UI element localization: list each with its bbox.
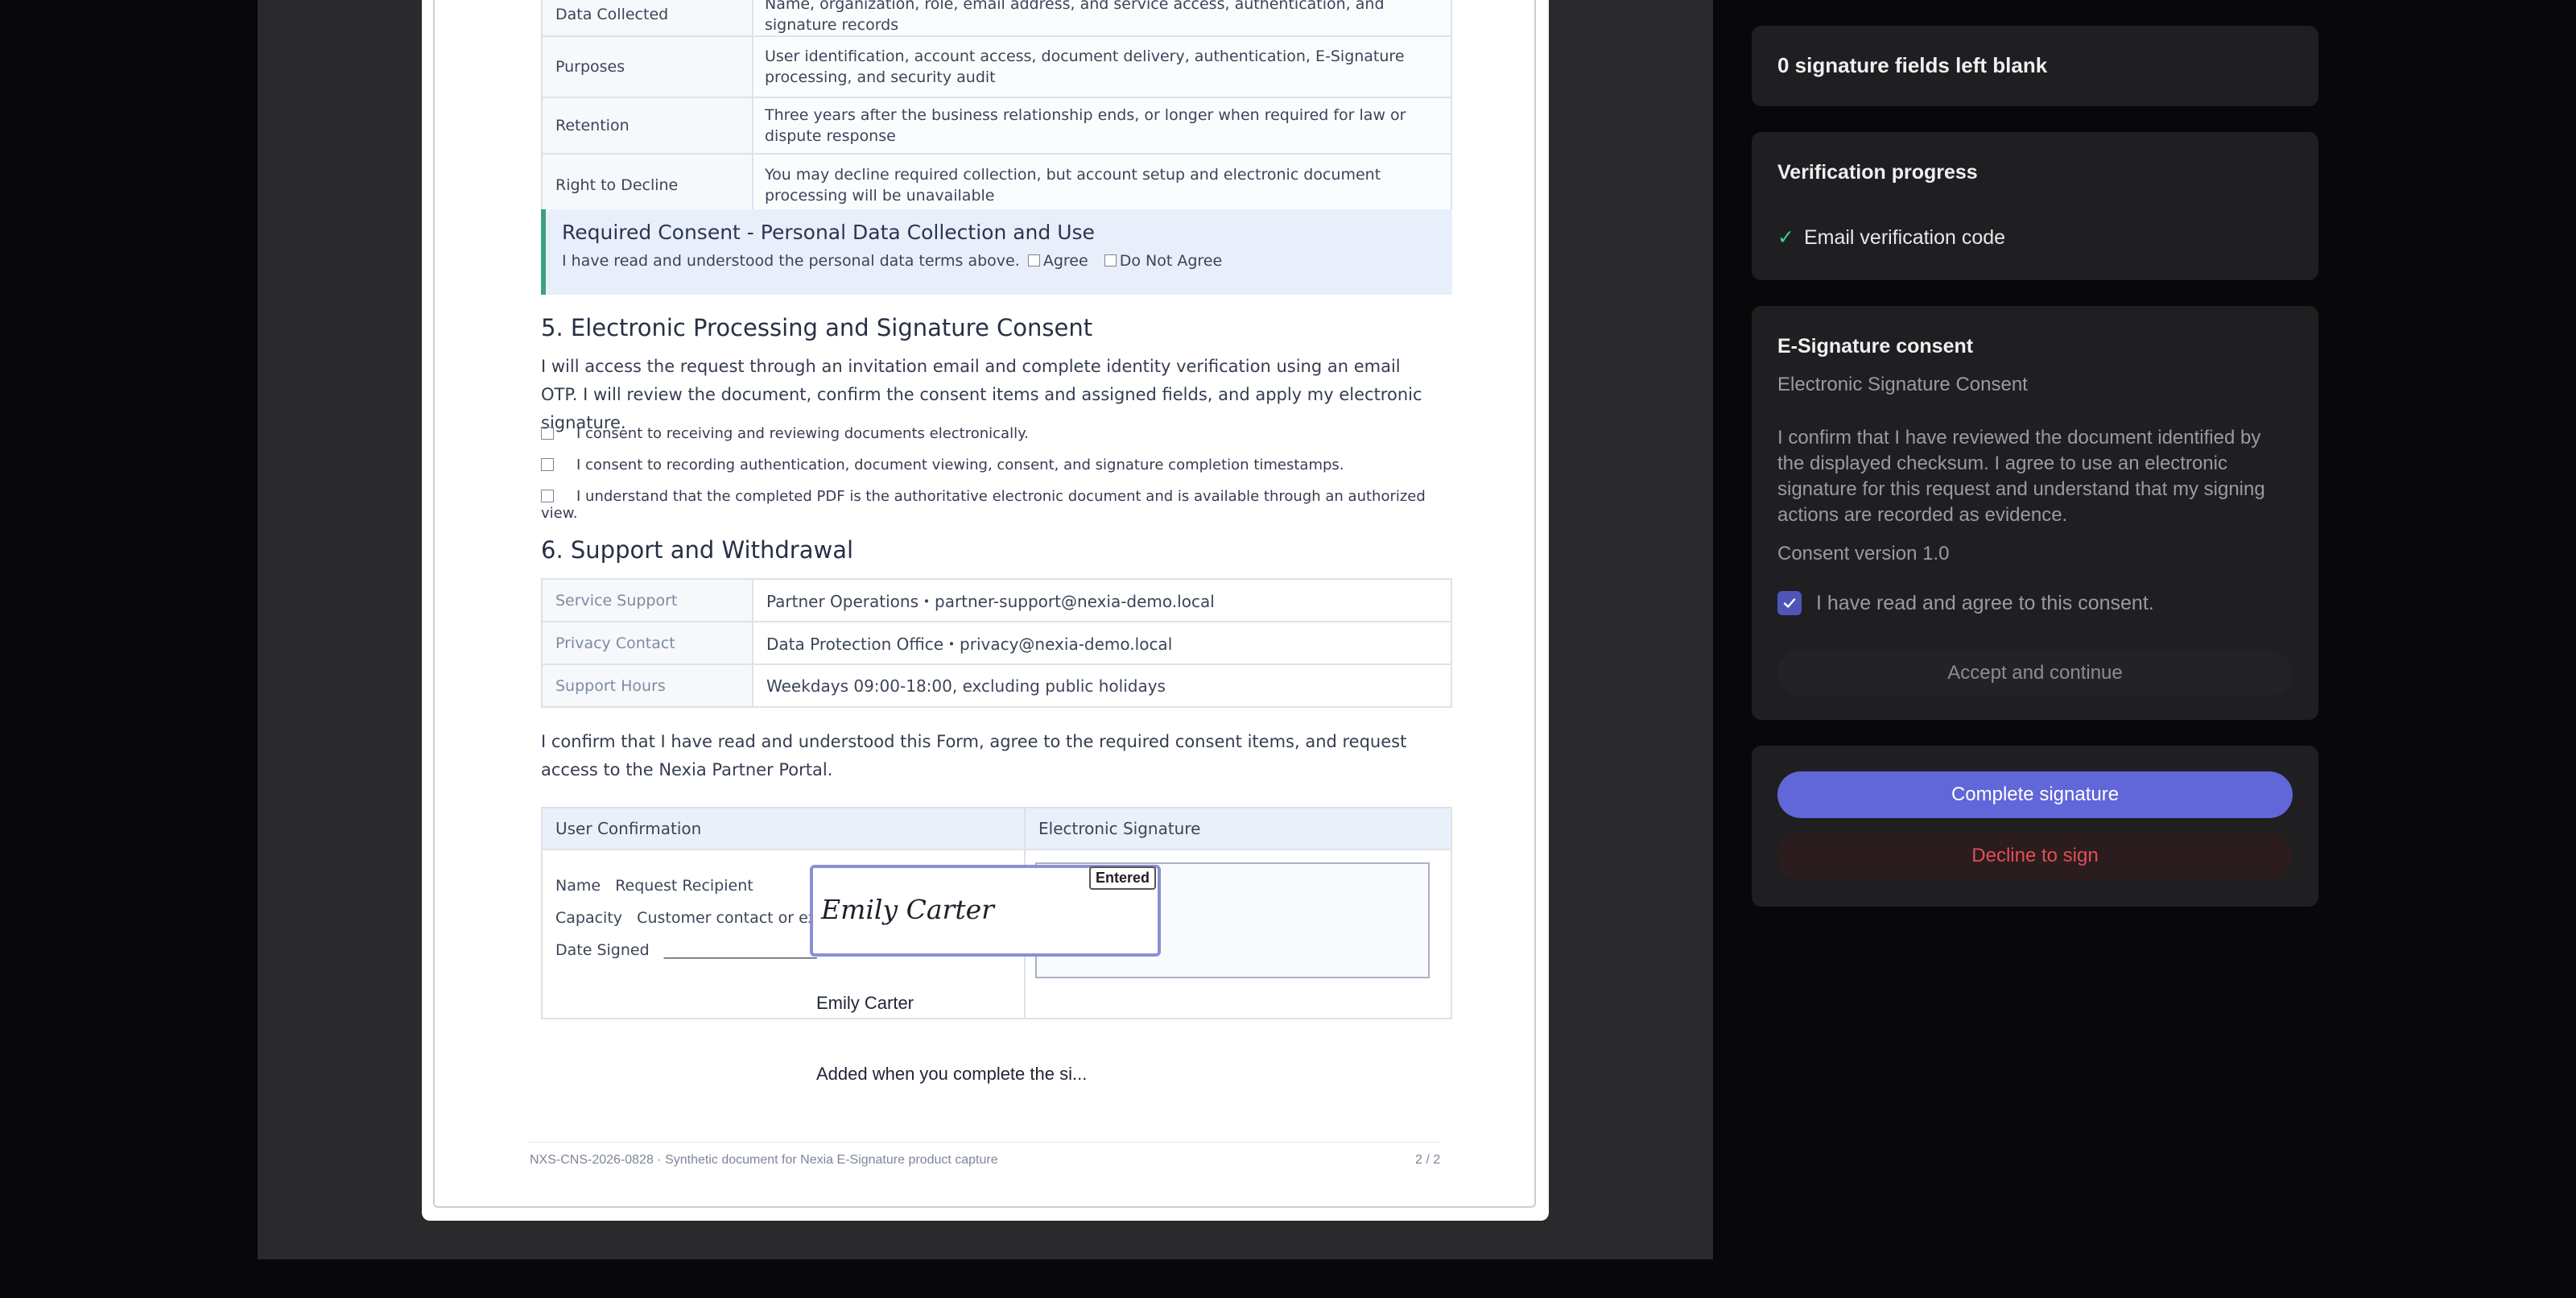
table-row: Privacy Contact Data Protection Office・p… (541, 621, 1452, 665)
disagree-checkbox[interactable] (1104, 254, 1117, 267)
page-number: 2 / 2 (1415, 1153, 1441, 1167)
consent-body: I confirm that I have reviewed the docum… (1777, 427, 2265, 526)
table-row: Retention Three years after the business… (541, 97, 1452, 155)
row-label: Privacy Contact (541, 621, 753, 665)
data-table: Data Collected Name, organization, role,… (541, 0, 1452, 217)
section5-heading: 5. Electronic Processing and Signature C… (541, 314, 1093, 341)
consent-item: I consent to recording authentication, d… (541, 457, 1344, 473)
consent-card-title: E-Signature consent (1777, 335, 1974, 358)
item-checkbox[interactable] (541, 458, 554, 471)
item-checkbox[interactable] (541, 427, 554, 440)
verification-card: Verification progress ✓ Email verificatio… (1752, 132, 2318, 280)
table-row: Purposes User identification, account ac… (541, 35, 1452, 98)
signature-caption-date: Added when you complete the si... (816, 1064, 1088, 1084)
item-text: I consent to recording authentication, d… (576, 457, 1344, 473)
row-value: Weekdays 09:00-18:00, excluding public h… (752, 663, 1452, 708)
row-label: Right to Decline (541, 153, 753, 217)
row-value: User identification, account access, doc… (752, 35, 1452, 98)
e-signature-consent-card: E-Signature consent Electronic Signature… (1752, 306, 2318, 720)
item-text: I understand that the completed PDF is t… (541, 488, 1426, 522)
actions-card: Complete signature Decline to sign (1752, 746, 2318, 907)
item-text: I consent to receiving and reviewing doc… (576, 425, 1029, 442)
row-label: Purposes (541, 35, 753, 98)
consent-checkbox-row[interactable]: I have read and agree to this consent. (1777, 591, 2154, 615)
agree-label: Agree (1042, 252, 1088, 270)
required-consent-line: I have read and understood the personal … (562, 252, 1436, 270)
footer-left: NXS-CNS-2026-0828 · Synthetic document f… (530, 1153, 998, 1167)
consent-item: I understand that the completed PDF is t… (541, 488, 1452, 522)
table-row: Service Support Partner Operations・partn… (541, 578, 1452, 622)
consent-subtitle: Electronic Signature Consent (1777, 374, 2028, 395)
consent-checkbox-label: I have read and agree to this consent. (1816, 591, 2154, 614)
check-icon: ✓ (1777, 226, 1794, 249)
row-value: Three years after the business relations… (752, 97, 1452, 155)
required-consent-statement: I have read and understood the personal … (562, 252, 1020, 270)
blank-fields-card: 0 signature fields left blank (1752, 26, 2318, 106)
consent-checkbox[interactable] (1777, 591, 1802, 615)
support-table: Service Support Partner Operations・partn… (541, 578, 1452, 708)
blank-fields-text: 0 signature fields left blank (1777, 53, 2048, 77)
table-row: Right to Decline You may decline require… (541, 153, 1452, 217)
item-checkbox[interactable] (541, 490, 554, 502)
footer-divider (528, 1142, 1441, 1143)
capacity-label: Capacity (555, 909, 623, 927)
section6-heading: 6. Support and Withdrawal (541, 536, 854, 564)
row-value: Data Protection Office・privacy@nexia-dem… (752, 621, 1452, 665)
signature-field[interactable]: Emily Carter Entered (810, 865, 1161, 957)
col-user-confirmation: User Confirmation (541, 807, 1026, 850)
checkmark-icon (1783, 598, 1796, 608)
accept-continue-button[interactable]: Accept and continue (1777, 651, 2293, 696)
disagree-label: Do Not Agree (1119, 252, 1223, 270)
consent-version: Consent version 1.0 (1777, 543, 1950, 564)
verification-item-label: Email verification code (1803, 226, 2006, 249)
row-label: Service Support (541, 578, 753, 622)
accept-continue-label: Accept and continue (1947, 662, 2123, 684)
date-label: Date Signed (555, 941, 650, 959)
complete-signature-button[interactable]: Complete signature (1777, 771, 2293, 818)
verification-title: Verification progress (1777, 161, 1978, 184)
signature-caption-name: Emily Carter (816, 993, 914, 1013)
date-value: ____________________ (663, 941, 817, 959)
name-value: Request Recipient (615, 877, 753, 895)
agree-checkbox[interactable] (1027, 254, 1040, 267)
verification-item: ✓ Email verification code (1777, 225, 2005, 250)
required-consent-title: Required Consent - Personal Data Collect… (562, 221, 1095, 244)
decline-to-sign-button[interactable]: Decline to sign (1777, 833, 2293, 879)
capacity-value: Customer contact or exte (637, 909, 832, 927)
consent-item: I consent to receiving and reviewing doc… (541, 425, 1029, 442)
row-label: Support Hours (541, 663, 753, 708)
row-label: Data Collected (541, 0, 753, 37)
required-consent-box: Required Consent - Personal Data Collect… (541, 209, 1452, 295)
row-label: Retention (541, 97, 753, 155)
confirmation-text: I confirm that I have read and understoo… (541, 732, 1407, 779)
col-electronic-signature: Electronic Signature (1024, 807, 1452, 850)
table-row: Data Collected Name, organization, role,… (541, 0, 1452, 37)
row-value: Partner Operations・partner-support@nexia… (752, 578, 1452, 622)
row-value: Name, organization, role, email address,… (752, 0, 1452, 37)
signed-name: Emily Carter (821, 894, 994, 925)
table-row: Support Hours Weekdays 09:00-18:00, excl… (541, 663, 1452, 708)
name-label: Name (555, 877, 601, 895)
row-value: You may decline required collection, but… (752, 153, 1452, 217)
entered-badge: Entered (1088, 866, 1156, 890)
